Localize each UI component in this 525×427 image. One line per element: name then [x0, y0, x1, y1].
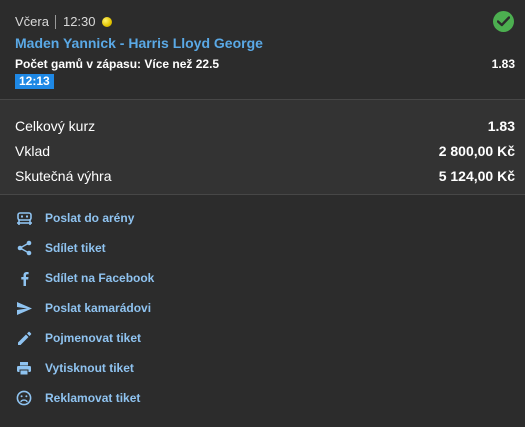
stake-label: Vklad — [15, 143, 51, 159]
print-ticket-button[interactable]: Vytisknout tiket — [15, 358, 134, 378]
rename-ticket-button[interactable]: Pojmenovat tiket — [15, 328, 141, 348]
stake-row: Vklad 2 800,00 Kč — [15, 143, 515, 159]
market-label: Počet gamů v zápasu: — [15, 57, 142, 71]
rename-ticket-label: Pojmenovat tiket — [45, 331, 142, 345]
divider — [0, 194, 525, 195]
share-ticket-label: Sdílet tiket — [45, 241, 106, 255]
match-name-link[interactable]: Maden Yannick - Harris Lloyd George — [15, 35, 263, 51]
share-icon — [15, 239, 33, 257]
win-row: Skutečná výhra 5 124,00 Kč — [15, 168, 515, 184]
market-line: Počet gamů v zápasu: Více než 22.5 — [15, 57, 219, 71]
print-ticket-label: Vytisknout tiket — [45, 361, 134, 375]
ticket-header: Včera 12:30 Maden Yannick - Harris Lloyd… — [0, 0, 525, 99]
ticket-meta: Včera 12:30 — [15, 14, 112, 29]
total-odds-label: Celkový kurz — [15, 118, 96, 134]
selection-odd: 1.83 — [491, 57, 515, 71]
send-to-arena-button[interactable]: Poslat do arény — [15, 208, 134, 228]
ticket-time: 12:30 — [62, 14, 96, 29]
ticket-day: Včera — [15, 14, 49, 29]
stake-value: 2 800,00 Kč — [438, 143, 515, 159]
market-selection: Více než 22.5 — [144, 57, 220, 71]
event-time-badge: 12:13 — [15, 74, 54, 89]
win-label: Skutečná výhra — [15, 168, 112, 184]
win-value: 5 124,00 Kč — [438, 168, 515, 184]
share-facebook-label: Sdílet na Facebook — [45, 271, 155, 285]
tennis-ball-icon — [101, 16, 112, 27]
send-to-friend-label: Poslat kamarádovi — [45, 301, 152, 315]
print-icon — [15, 359, 33, 377]
share-ticket-button[interactable]: Sdílet tiket — [15, 238, 106, 258]
send-to-friend-button[interactable]: Poslat kamarádovi — [15, 298, 151, 318]
send-icon — [15, 299, 33, 317]
total-odds-row: Celkový kurz 1.83 — [15, 118, 515, 134]
complain-ticket-label: Reklamovat tiket — [45, 391, 141, 405]
won-check-icon — [493, 11, 514, 32]
ticket-summary: Celkový kurz 1.83 Vklad 2 800,00 Kč Skut… — [0, 100, 525, 194]
total-odds-value: 1.83 — [487, 118, 515, 134]
sad-face-icon — [15, 389, 33, 407]
facebook-icon — [15, 269, 33, 287]
pencil-icon — [15, 329, 33, 347]
share-facebook-button[interactable]: Sdílet na Facebook — [15, 268, 154, 288]
arena-icon — [15, 209, 33, 227]
send-to-arena-label: Poslat do arény — [45, 211, 135, 225]
meta-separator — [54, 14, 56, 29]
complain-ticket-button[interactable]: Reklamovat tiket — [15, 388, 140, 408]
